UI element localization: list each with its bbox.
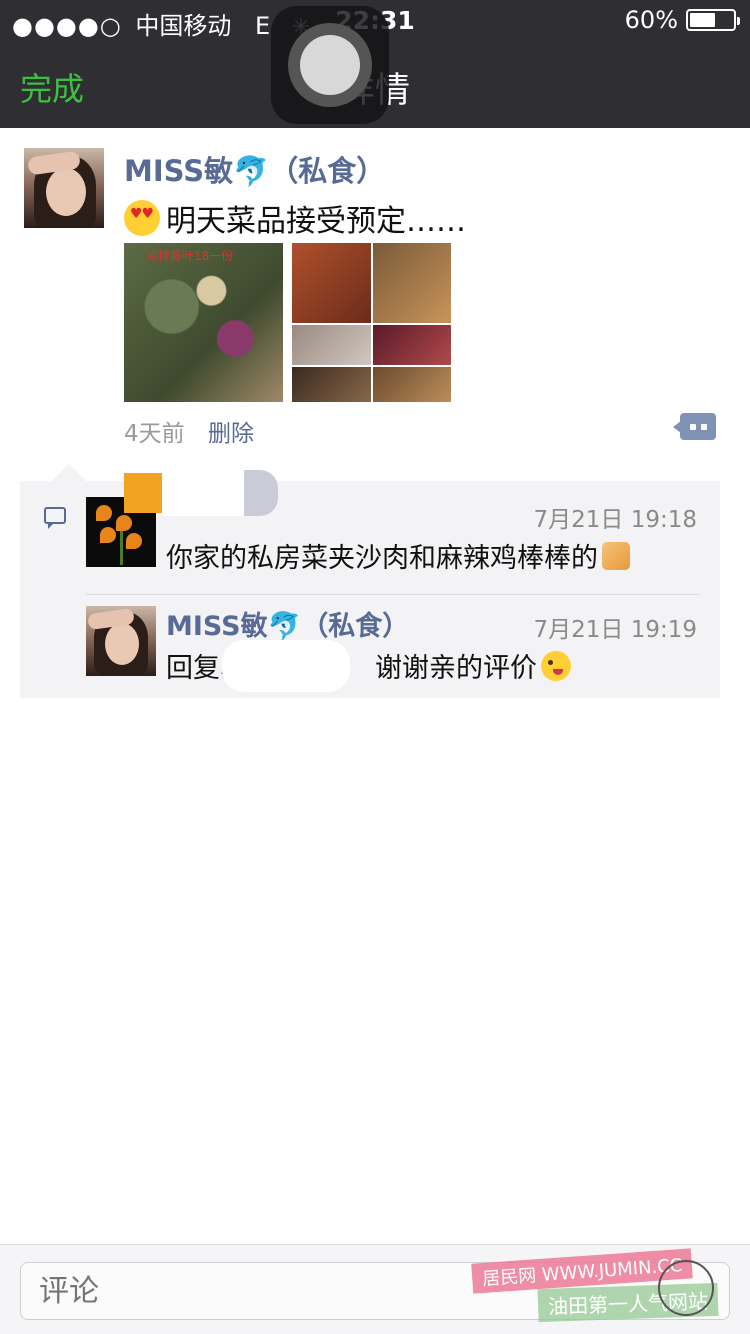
- post-photo-1[interactable]: 凉拌藤叶18一份: [124, 243, 283, 402]
- delete-button[interactable]: 删除: [208, 414, 254, 448]
- comments-caret: [52, 464, 86, 481]
- avatar-face: [46, 168, 86, 216]
- battery-percent: 60%: [624, 6, 678, 34]
- flower-petal: [116, 515, 132, 531]
- battery-fill: [690, 13, 716, 27]
- photo-collage: [292, 243, 451, 402]
- privacy-mosaic: [222, 640, 350, 692]
- nav-header: ●●●●○ 中国移动 E ✳ 22:31 60% 完成 详情: [0, 0, 750, 128]
- watermark-circle: [658, 1260, 714, 1316]
- collage-tile: [292, 325, 371, 365]
- assistive-touch-core: [300, 35, 360, 95]
- comment-divider: [86, 594, 700, 595]
- comment-text-content: 你家的私房菜夹沙肉和麻辣鸡棒棒的: [166, 543, 598, 574]
- status-right: 60%: [624, 6, 740, 34]
- post-photo-2[interactable]: [292, 243, 451, 402]
- more-actions-icon[interactable]: [673, 413, 716, 440]
- post-text-content: 明天菜品接受预定……: [166, 204, 466, 239]
- reply-author-suffix: （私食）: [301, 611, 410, 642]
- avatar-face: [105, 623, 139, 665]
- flower-stem: [120, 531, 123, 565]
- post-author-suffix: （私食）: [269, 154, 386, 188]
- more-dot: [701, 424, 707, 430]
- more-dot: [690, 424, 696, 430]
- post-author-label: MISS敏: [124, 154, 234, 188]
- collage-tile: [372, 243, 451, 323]
- post-author-avatar[interactable]: [24, 148, 104, 228]
- moments-detail-page: ●●●●○ 中国移动 E ✳ 22:31 60% 完成 详情 MISS敏🐬（私食…: [0, 0, 750, 1334]
- collage-tile: [372, 367, 451, 402]
- star-eyes-emoji-icon: [124, 200, 160, 236]
- reply-author-name[interactable]: MISS敏🐬（私食）: [166, 604, 409, 643]
- post-time: 4天前: [124, 421, 185, 447]
- post-author-name[interactable]: MISS敏🐬（私食）: [124, 148, 385, 190]
- thumbs-up-emoji-icon: [602, 541, 630, 570]
- reply-text-content: 谢谢亲的评价: [375, 653, 537, 684]
- reply-author-label: MISS敏: [166, 611, 268, 642]
- privacy-mosaic: [162, 470, 246, 516]
- battery-tip: [737, 17, 740, 25]
- battery-icon: [686, 9, 740, 31]
- flower-petal: [96, 505, 112, 521]
- reply-time: 7月21日 19:19: [533, 617, 698, 643]
- post-text: 明天菜品接受预定……: [124, 196, 466, 240]
- assistive-touch-button[interactable]: [271, 6, 389, 124]
- dolphin-icon: 🐬: [233, 154, 270, 188]
- privacy-mosaic: [124, 473, 164, 513]
- dolphin-icon: 🐬: [267, 611, 302, 642]
- collage-tile: [292, 367, 371, 402]
- comment-icon: [44, 507, 66, 529]
- comment-time: 7月21日 19:18: [533, 507, 698, 533]
- wink-emoji-icon: [541, 650, 571, 681]
- assistive-touch-ring: [288, 23, 372, 107]
- flower-petal: [126, 533, 142, 549]
- reply-prefix: 回复: [166, 653, 220, 684]
- collage-tile: [292, 243, 371, 323]
- privacy-mosaic: [244, 470, 278, 516]
- site-watermark: 居民网 WWW.JUMIN.CC 油田第一人气网站: [471, 1248, 750, 1334]
- photo-1-caption: 凉拌藤叶18一份: [146, 249, 234, 263]
- flower-petal: [100, 527, 116, 543]
- collage-tile: [372, 325, 451, 365]
- comment-text[interactable]: 你家的私房菜夹沙肉和麻辣鸡棒棒的: [166, 536, 630, 575]
- reply-author-avatar[interactable]: [86, 606, 156, 676]
